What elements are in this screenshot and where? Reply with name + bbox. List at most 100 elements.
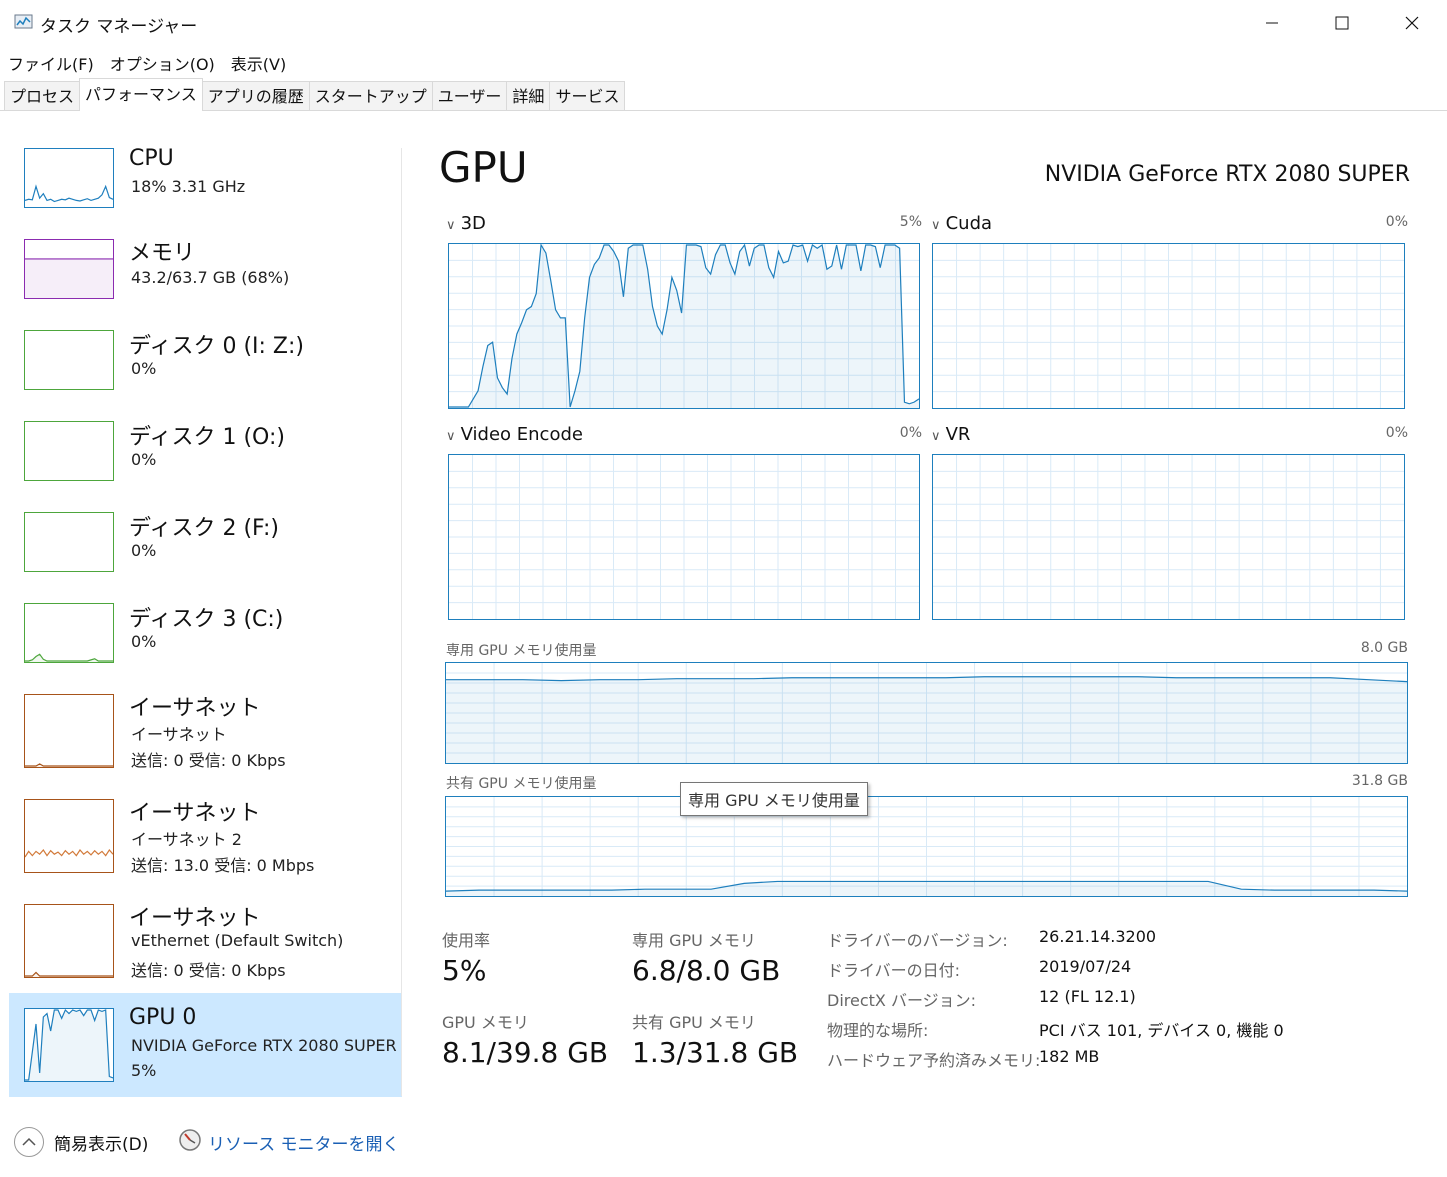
graph-grid (933, 455, 1404, 619)
dedicated-memory-value: 6.8/8.0 GB (632, 954, 781, 987)
reserved-memory-label: ハードウェア予約済みメモリ: (827, 1051, 1041, 1070)
open-resource-monitor-link[interactable]: リソース モニターを開く (208, 1130, 400, 1155)
ethernet-thumbnail-graph (24, 904, 114, 978)
sidebar-divider (401, 148, 402, 1096)
tab-startup[interactable]: スタートアップ (308, 81, 433, 111)
engine-select-3d[interactable]: ∨ 3D (446, 213, 486, 234)
menu-options[interactable]: オプション(O) (102, 48, 223, 74)
sidebar-item-disk0[interactable]: ディスク 0 (I: Z:) 0% (9, 324, 402, 412)
tab-details[interactable]: 詳細 (506, 81, 551, 111)
maximize-icon (1335, 16, 1349, 30)
fewer-details-button[interactable] (14, 1127, 44, 1157)
sidebar-item-ethernet-1[interactable]: イーサネット イーサネット 送信: 0 受信: 0 Kbps (9, 688, 402, 788)
shared-memory-label: 共有 GPU メモリ (632, 1013, 756, 1032)
tab-app-history[interactable]: アプリの履歴 (201, 81, 310, 111)
sidebar-utilization: 5% (131, 1061, 157, 1080)
sidebar-title: ディスク 1 (O:) (129, 425, 285, 450)
dedicated-memory-graph-label: 専用 GPU メモリ使用量 (446, 643, 597, 659)
sidebar-subtitle: 0% (131, 541, 157, 560)
physical-location-label: 物理的な場所: (827, 1021, 929, 1040)
close-icon (1405, 16, 1419, 30)
disk1-thumbnail-graph (24, 421, 114, 481)
sidebar-title: CPU (129, 146, 174, 171)
page-title: GPU (439, 143, 528, 192)
engine-label: VR (945, 424, 971, 445)
sidebar-subtitle: vEthernet (Default Switch) (131, 931, 344, 950)
window-title: タスク マネージャー (40, 17, 198, 37)
sidebar-title: ディスク 2 (F:) (129, 516, 279, 541)
fewer-details-label[interactable]: 簡易表示(D) (54, 1130, 148, 1155)
sidebar-item-ethernet-2[interactable]: イーサネット イーサネット 2 送信: 13.0 受信: 0 Mbps (9, 793, 402, 893)
task-manager-icon (14, 13, 34, 31)
engine-percent: 5% (899, 214, 922, 230)
menu-file[interactable]: ファイル(F) (0, 48, 102, 74)
sidebar-subtitle: イーサネット (131, 725, 227, 744)
gpu-memory-value: 8.1/39.8 GB (442, 1036, 609, 1069)
shared-memory-graph-label: 共有 GPU メモリ使用量 (446, 776, 597, 792)
tab-performance[interactable]: パフォーマンス (79, 78, 203, 111)
gpu-thumbnail-graph (24, 1008, 114, 1082)
chevron-down-icon: ∨ (931, 429, 941, 444)
graph-shared-memory (445, 796, 1408, 897)
engine-label: 3D (460, 213, 486, 234)
menu-view[interactable]: 表示(V) (223, 48, 294, 74)
sidebar-item-memory[interactable]: メモリ 43.2/63.7 GB (68%) (9, 233, 402, 321)
ethernet-thumbnail-graph (24, 799, 114, 873)
tab-processes[interactable]: プロセス (4, 81, 81, 111)
series-area (25, 258, 113, 298)
sidebar-item-gpu0[interactable]: GPU 0 NVIDIA GeForce RTX 2080 SUPER 5% (9, 993, 402, 1097)
engine-percent: 0% (1385, 214, 1408, 230)
sidebar-subtitle: 0% (131, 359, 157, 378)
graph-grid (933, 244, 1404, 408)
disk0-thumbnail-graph (24, 330, 114, 390)
tab-bar: プロセス パフォーマンス アプリの履歴 スタートアップ ユーザー 詳細 サービス (4, 78, 626, 111)
graph-cuda (932, 243, 1405, 409)
resource-monitor-icon (178, 1128, 202, 1156)
driver-date-label: ドライバーの日付: (827, 961, 961, 980)
engine-label: Video Encode (460, 424, 583, 445)
directx-version-value: 12 (FL 12.1) (1039, 987, 1136, 1006)
sidebar-title: メモリ (129, 241, 196, 266)
series-line (25, 184, 113, 203)
tab-divider (0, 110, 1447, 111)
sidebar-item-cpu[interactable]: CPU 18% 3.31 GHz (9, 142, 402, 230)
title-bar[interactable]: タスク マネージャー (0, 0, 1447, 46)
dedicated-memory-max: 8.0 GB (1360, 640, 1408, 656)
sidebar-title: ディスク 0 (I: Z:) (129, 334, 304, 359)
directx-version-label: DirectX バージョン: (827, 991, 977, 1010)
driver-version-value: 26.21.14.3200 (1039, 927, 1157, 946)
sidebar-item-disk3[interactable]: ディスク 3 (C:) 0% (9, 597, 402, 685)
memory-thumbnail-graph (24, 239, 114, 299)
series-line (25, 849, 113, 858)
engine-percent: 0% (899, 425, 922, 441)
engine-label: Cuda (945, 213, 993, 234)
engine-select-vr[interactable]: ∨ VR (931, 424, 970, 445)
sidebar-subtitle: 43.2/63.7 GB (68%) (131, 268, 290, 287)
sidebar-item-ethernet-3[interactable]: イーサネット vEthernet (Default Switch) 送信: 0 … (9, 898, 402, 998)
sidebar-title: GPU 0 (129, 1005, 197, 1030)
sidebar-subtitle: NVIDIA GeForce RTX 2080 SUPER (131, 1036, 397, 1055)
chevron-down-icon: ∨ (931, 218, 941, 233)
sidebar-item-disk2[interactable]: ディスク 2 (F:) 0% (9, 506, 402, 594)
maximize-button[interactable] (1307, 0, 1377, 46)
tab-services[interactable]: サービス (549, 81, 626, 111)
graph-3d (448, 243, 920, 409)
utilization-value: 5% (442, 954, 487, 987)
disk3-thumbnail-graph (24, 603, 114, 663)
chevron-up-icon (22, 1137, 36, 1146)
series-area (446, 676, 1407, 763)
sidebar-subtitle: 0% (131, 632, 157, 651)
sidebar-throughput: 送信: 13.0 受信: 0 Mbps (131, 856, 315, 875)
close-button[interactable] (1377, 0, 1447, 46)
cpu-thumbnail-graph (24, 148, 114, 208)
gpu-memory-label: GPU メモリ (442, 1013, 529, 1032)
sidebar-throughput: 送信: 0 受信: 0 Kbps (131, 961, 286, 980)
engine-select-cuda[interactable]: ∨ Cuda (931, 213, 992, 234)
sidebar-item-disk1[interactable]: ディスク 1 (O:) 0% (9, 415, 402, 503)
minimize-button[interactable] (1237, 0, 1307, 46)
reserved-memory-value: 182 MB (1039, 1047, 1100, 1066)
tab-users[interactable]: ユーザー (431, 81, 508, 111)
engine-select-video-encode[interactable]: ∨ Video Encode (446, 424, 583, 445)
driver-version-label: ドライバーのバージョン: (827, 931, 1008, 950)
sidebar-title: イーサネット (129, 906, 261, 931)
